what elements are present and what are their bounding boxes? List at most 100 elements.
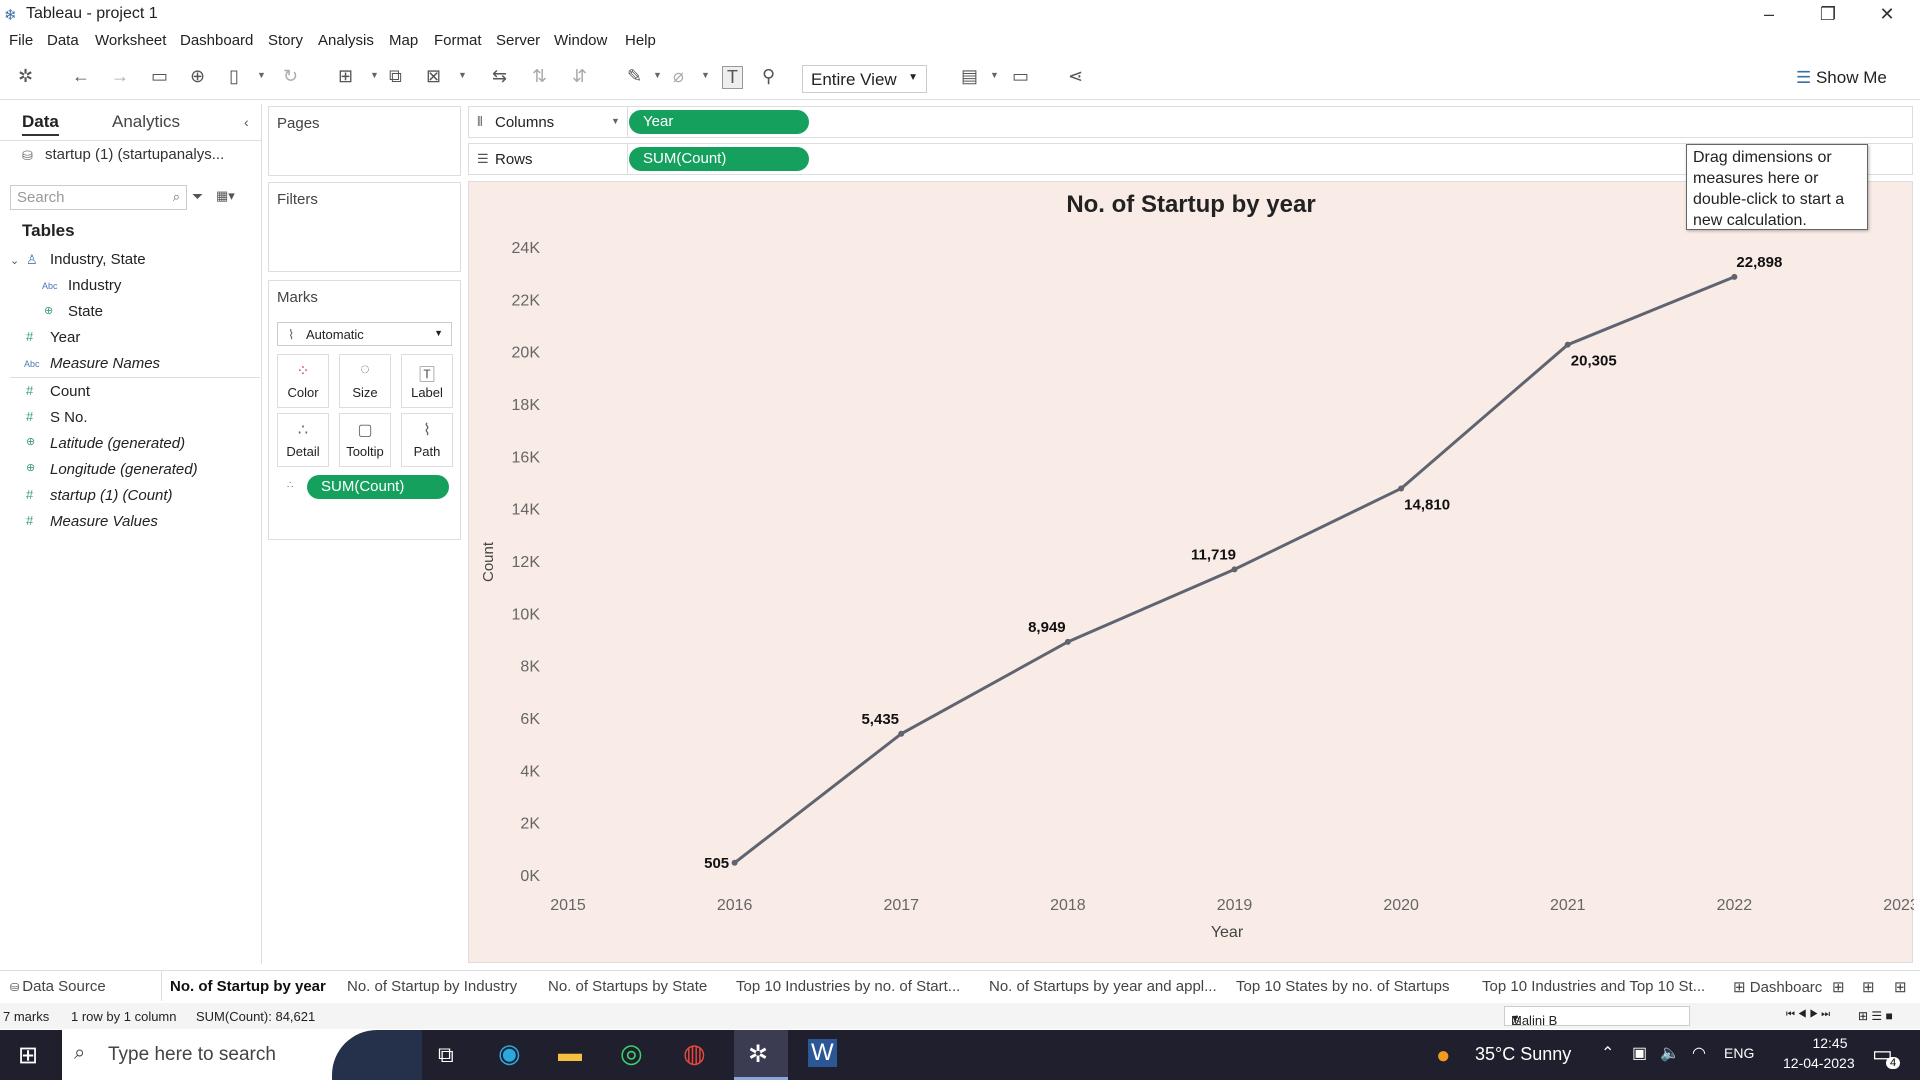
field-longitude[interactable]: Longitude (generated)	[50, 461, 198, 478]
chevron-up-icon[interactable]: ⌃	[1601, 1043, 1614, 1063]
language-indicator[interactable]: ENG	[1724, 1045, 1754, 1061]
tab-dashboard[interactable]: ⊞ Dashboarc	[1733, 978, 1829, 996]
menu-file[interactable]: File	[9, 32, 33, 49]
show-me-button[interactable]: ☰ Show Me	[1796, 68, 1887, 88]
tab-startup-by-year[interactable]: No. of Startup by year	[170, 978, 326, 995]
tableau-taskbar-button[interactable]: ✲	[734, 1030, 788, 1080]
field-industry[interactable]: Industry	[68, 277, 121, 294]
datasource-name[interactable]: startup (1) (startupanalys...	[45, 146, 224, 163]
tab-startups-by-year-and-appl[interactable]: No. of Startups by year and appl...	[989, 978, 1217, 995]
tab-startup-by-industry[interactable]: No. of Startup by Industry	[347, 978, 517, 995]
tableau-home-icon[interactable]: ✲	[18, 66, 33, 87]
chevron-down-icon[interactable]: ▼	[653, 70, 662, 80]
taskbar-search[interactable]: ⌕ Type here to search	[62, 1030, 422, 1080]
menu-window[interactable]: Window	[554, 32, 607, 49]
swap-rows-columns-icon[interactable]: ⇆	[492, 66, 507, 87]
new-dashboard-icon[interactable]: ⊞	[1832, 978, 1845, 996]
menu-map[interactable]: Map	[389, 32, 418, 49]
rows-sum-count-pill[interactable]: SUM(Count)	[629, 147, 809, 171]
menu-analysis[interactable]: Analysis	[318, 32, 374, 49]
menu-help[interactable]: Help	[625, 32, 656, 49]
pause-updates-icon[interactable]: ▯	[229, 66, 239, 87]
size-button[interactable]: ◌ Size	[339, 354, 391, 408]
mark-type-dropdown[interactable]: ⌇ Automatic ▼	[277, 322, 452, 346]
menu-format[interactable]: Format	[434, 32, 482, 49]
tab-startups-by-state[interactable]: No. of Startups by State	[548, 978, 707, 995]
restore-button[interactable]: ❐	[1799, 0, 1857, 30]
whatsapp-icon[interactable]: ◎	[620, 1038, 643, 1069]
chevron-down-icon[interactable]: ▼	[458, 70, 467, 80]
field-startup-count[interactable]: startup (1) (Count)	[50, 487, 173, 504]
tab-top10-industries-and-states[interactable]: Top 10 Industries and Top 10 St...	[1482, 978, 1705, 995]
chevron-down-icon[interactable]: ▼	[611, 116, 620, 126]
marks-sum-count-pill[interactable]: SUM(Count)	[307, 475, 449, 499]
field-measure-values[interactable]: Measure Values	[50, 513, 158, 530]
volume-icon[interactable]: 🔈	[1660, 1043, 1680, 1063]
color-button[interactable]: ⁘ Color	[277, 354, 329, 408]
field-latitude[interactable]: Latitude (generated)	[50, 435, 185, 452]
fix-axes-icon[interactable]: ⚲	[762, 66, 775, 87]
minimize-button[interactable]: –	[1740, 0, 1798, 30]
windows-start-icon[interactable]: ⊞	[18, 1041, 38, 1070]
weather-text[interactable]: 35°C Sunny	[1475, 1044, 1571, 1065]
user-dropdown[interactable]: ♙ Malini B ▼	[1504, 1006, 1690, 1028]
tab-top10-industries[interactable]: Top 10 Industries by no. of Start...	[736, 978, 960, 995]
field-state[interactable]: State	[68, 303, 103, 320]
refresh-icon[interactable]: ↻	[283, 66, 298, 87]
chrome-icon[interactable]: ◍	[683, 1038, 706, 1069]
menu-server[interactable]: Server	[496, 32, 540, 49]
share-icon[interactable]: ⋖	[1068, 66, 1083, 87]
new-worksheet-icon[interactable]: ⊞	[338, 66, 353, 87]
columns-year-pill[interactable]: Year	[629, 110, 809, 134]
clear-sheet-icon[interactable]: ⊠	[426, 66, 441, 87]
redo-icon[interactable]: →	[111, 66, 129, 87]
tab-analytics[interactable]: Analytics	[112, 112, 180, 132]
menu-story[interactable]: Story	[268, 32, 303, 49]
search-input[interactable]: Search ⌕	[10, 185, 187, 210]
label-button[interactable]: 🅃 Label	[401, 354, 453, 408]
word-icon[interactable]: W	[808, 1039, 837, 1067]
field-measure-names[interactable]: Measure Names	[50, 355, 160, 372]
wifi-icon[interactable]: ◠	[1692, 1043, 1706, 1063]
tab-top10-states[interactable]: Top 10 States by no. of Startups	[1236, 978, 1449, 995]
chevron-down-icon[interactable]: ▼	[701, 70, 710, 80]
menu-dashboard[interactable]: Dashboard	[180, 32, 253, 49]
tab-data[interactable]: Data	[22, 112, 59, 136]
cards-icon[interactable]: ▤	[961, 66, 978, 87]
show-mark-labels-icon[interactable]: T	[722, 66, 743, 89]
meet-now-icon[interactable]: ▣	[1632, 1043, 1647, 1063]
tab-data-source[interactable]: ⛁ Data Source	[10, 978, 106, 995]
viz-area[interactable]: No. of Startup by year 0K 2K 4K 6K 8K 10K 12K 14…	[468, 181, 1919, 963]
filters-card[interactable]: Filters	[268, 182, 461, 272]
sheet-navigation-icon[interactable]: ⏮ ◀ ▶ ⏭	[1786, 1009, 1830, 1020]
group-members-icon[interactable]: ⌀	[673, 66, 684, 87]
file-explorer-icon[interactable]: ▬	[558, 1040, 582, 1068]
path-button[interactable]: ⌇ Path	[401, 413, 453, 467]
view-options-icon[interactable]: ▦▾	[216, 188, 235, 204]
task-view-icon[interactable]: ⧉	[438, 1042, 454, 1068]
clock-date[interactable]: 12-04-2023	[1783, 1055, 1855, 1071]
edge-icon[interactable]: ◉	[498, 1038, 521, 1069]
collapse-pane-icon[interactable]: ‹	[244, 114, 249, 130]
chevron-down-icon[interactable]: ▼	[257, 70, 266, 80]
sort-ascending-icon[interactable]: ⇅	[532, 66, 547, 87]
duplicate-sheet-icon[interactable]: ⧉	[389, 66, 402, 87]
save-icon[interactable]: ▭	[151, 66, 168, 87]
undo-icon[interactable]: ←	[72, 66, 90, 87]
highlight-icon[interactable]: ✎	[627, 66, 642, 87]
close-button[interactable]: ✕	[1858, 0, 1916, 30]
presentation-mode-icon[interactable]: ▭	[1012, 66, 1029, 87]
new-data-source-icon[interactable]: ⊕	[190, 66, 205, 87]
tooltip-button[interactable]: ▢ Tooltip	[339, 413, 391, 467]
sort-descending-icon[interactable]: ⇵	[572, 66, 587, 87]
detail-button[interactable]: ∴ Detail	[277, 413, 329, 467]
fit-dropdown[interactable]: Entire View ▼	[802, 65, 927, 93]
new-worksheet-tab-icon[interactable]: ⊞	[1894, 978, 1907, 996]
new-story-icon[interactable]: ⊞	[1862, 978, 1875, 996]
menu-data[interactable]: Data	[47, 32, 79, 49]
field-industry-state[interactable]: Industry, State	[50, 251, 146, 268]
field-year[interactable]: Year	[50, 329, 80, 346]
field-s-no[interactable]: S No.	[50, 409, 88, 426]
chevron-down-icon[interactable]: ▼	[370, 70, 379, 80]
sheet-view-icon[interactable]: ⊞ ☰ ■	[1858, 1009, 1893, 1023]
